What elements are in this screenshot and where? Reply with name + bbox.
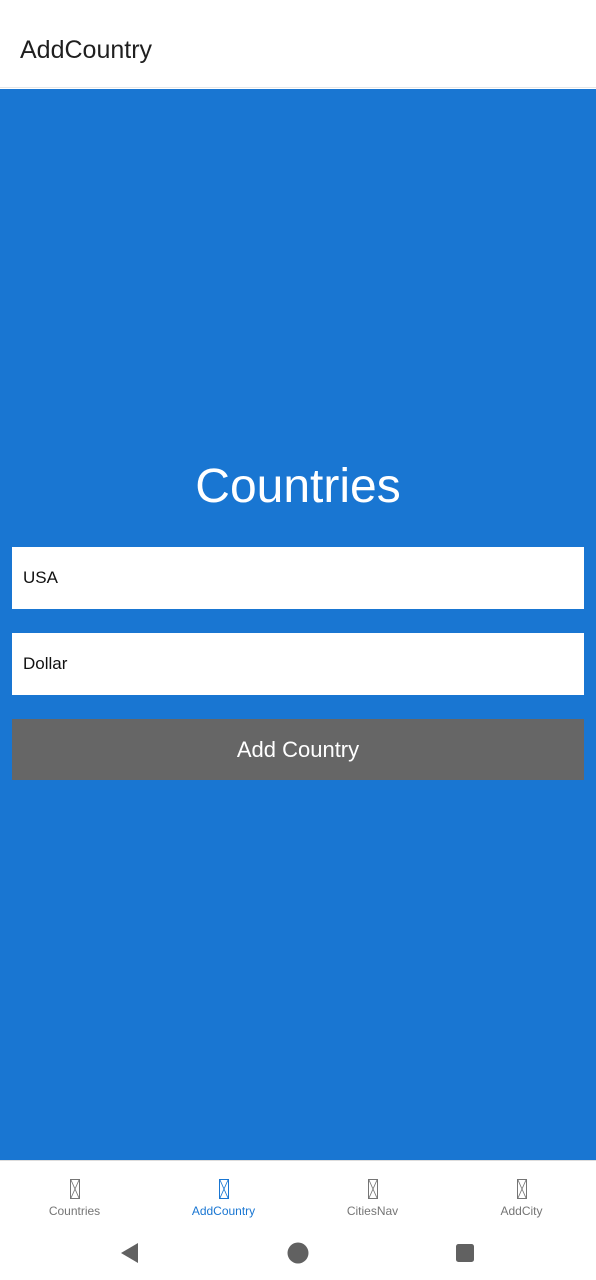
tab-label: AddCity [500,1204,543,1218]
tab-label: Countries [48,1204,101,1218]
page-title: AddCountry [20,36,153,64]
tab-countries[interactable]: Countries [0,1161,149,1227]
back-icon[interactable] [100,1226,160,1280]
tab-citiesnav[interactable]: CitiesNav [298,1161,447,1227]
tab-label: AddCountry [191,1204,256,1218]
missing-glyph-icon [367,1179,378,1199]
main-content: Countries Add Country [0,89,596,1160]
tab-addcountry[interactable]: AddCountry [149,1161,298,1227]
app-bar: AddCountry [0,0,596,88]
missing-glyph-icon [69,1179,80,1199]
tab-label: CitiesNav [346,1204,399,1218]
countries-heading: Countries [195,460,401,513]
currency-input[interactable] [23,654,573,674]
country-name-input[interactable] [23,568,573,588]
system-navigation-bar [0,1226,596,1280]
add-country-button[interactable]: Add Country [12,719,584,780]
tab-addcity[interactable]: AddCity [447,1161,596,1227]
missing-glyph-icon [218,1179,229,1199]
home-icon[interactable] [268,1226,328,1280]
bottom-navigation: Countries AddCountry CitiesNav AddCity [0,1160,596,1226]
recents-icon[interactable] [435,1226,495,1280]
missing-glyph-icon [516,1179,527,1199]
country-name-field[interactable] [12,547,584,609]
currency-field[interactable] [12,633,584,695]
